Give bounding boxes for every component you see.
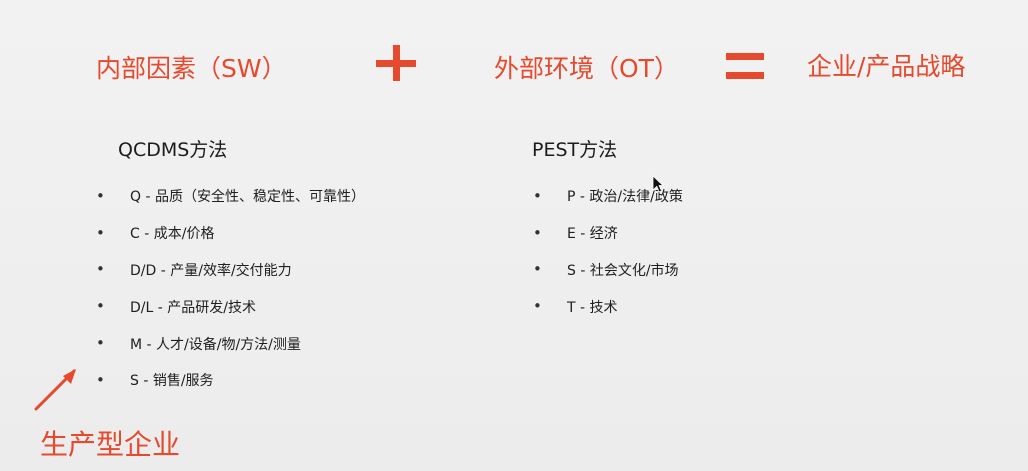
list-item-text: S - 社会文化/市场 [567, 262, 679, 279]
pest-list: • P - 政治/法律/政策 • E - 经济 • S - 社会文化/市场 • … [533, 178, 683, 325]
formula-result: 企业/产品战略 [807, 52, 966, 81]
equals-icon [726, 53, 764, 79]
bullet-icon: • [533, 186, 542, 205]
arrow-icon [34, 369, 76, 411]
list-item: • E - 经济 [533, 215, 683, 252]
list-item-text: M - 人才/设备/物/方法/测量 [130, 336, 301, 353]
list-item-text: Q - 品质（安全性、稳定性、可靠性） [130, 189, 365, 206]
bullet-icon: • [533, 297, 542, 316]
mouse-pointer-icon [652, 175, 664, 193]
bullet-icon: • [96, 223, 105, 242]
list-item: • C - 成本/价格 [96, 215, 365, 252]
bullet-icon: • [96, 260, 105, 279]
qcdms-title: QCDMS方法 [118, 139, 228, 161]
list-item: • D/D - 产量/效率/交付能力 [96, 252, 365, 289]
qcdms-list: • Q - 品质（安全性、稳定性、可靠性） • C - 成本/价格 • D/D … [96, 178, 365, 399]
list-item-text: P - 政治/法律/政策 [567, 189, 683, 206]
list-item-text: D/D - 产量/效率/交付能力 [130, 262, 292, 279]
bullet-icon: • [96, 370, 105, 389]
bullet-icon: • [96, 186, 105, 205]
bullet-icon: • [533, 223, 542, 242]
slide-canvas: 内部因素（SW） 外部环境（OT） 企业/产品战略 QCDMS方法 PEST方法… [0, 0, 1028, 471]
bullet-icon: • [533, 260, 542, 279]
list-item: • S - 社会文化/市场 [533, 252, 683, 289]
list-item: • Q - 品质（安全性、稳定性、可靠性） [96, 178, 365, 215]
list-item: • S - 销售/服务 [96, 362, 365, 399]
list-item-text: T - 技术 [567, 299, 618, 316]
pest-title: PEST方法 [532, 139, 618, 161]
bullet-icon: • [96, 297, 105, 316]
annotation-label: 生产型企业 [40, 428, 181, 461]
plus-icon [376, 45, 416, 81]
formula-external: 外部环境（OT） [494, 54, 679, 83]
formula-internal: 内部因素（SW） [96, 54, 287, 83]
list-item-text: C - 成本/价格 [130, 226, 215, 243]
list-item-text: S - 销售/服务 [130, 373, 214, 390]
list-item: • M - 人才/设备/物/方法/测量 [96, 325, 365, 362]
list-item-text: D/L - 产品研发/技术 [130, 299, 256, 316]
list-item: • D/L - 产品研发/技术 [96, 288, 365, 325]
bullet-icon: • [96, 334, 105, 353]
list-item-text: E - 经济 [567, 226, 618, 243]
list-item: • T - 技术 [533, 288, 683, 325]
